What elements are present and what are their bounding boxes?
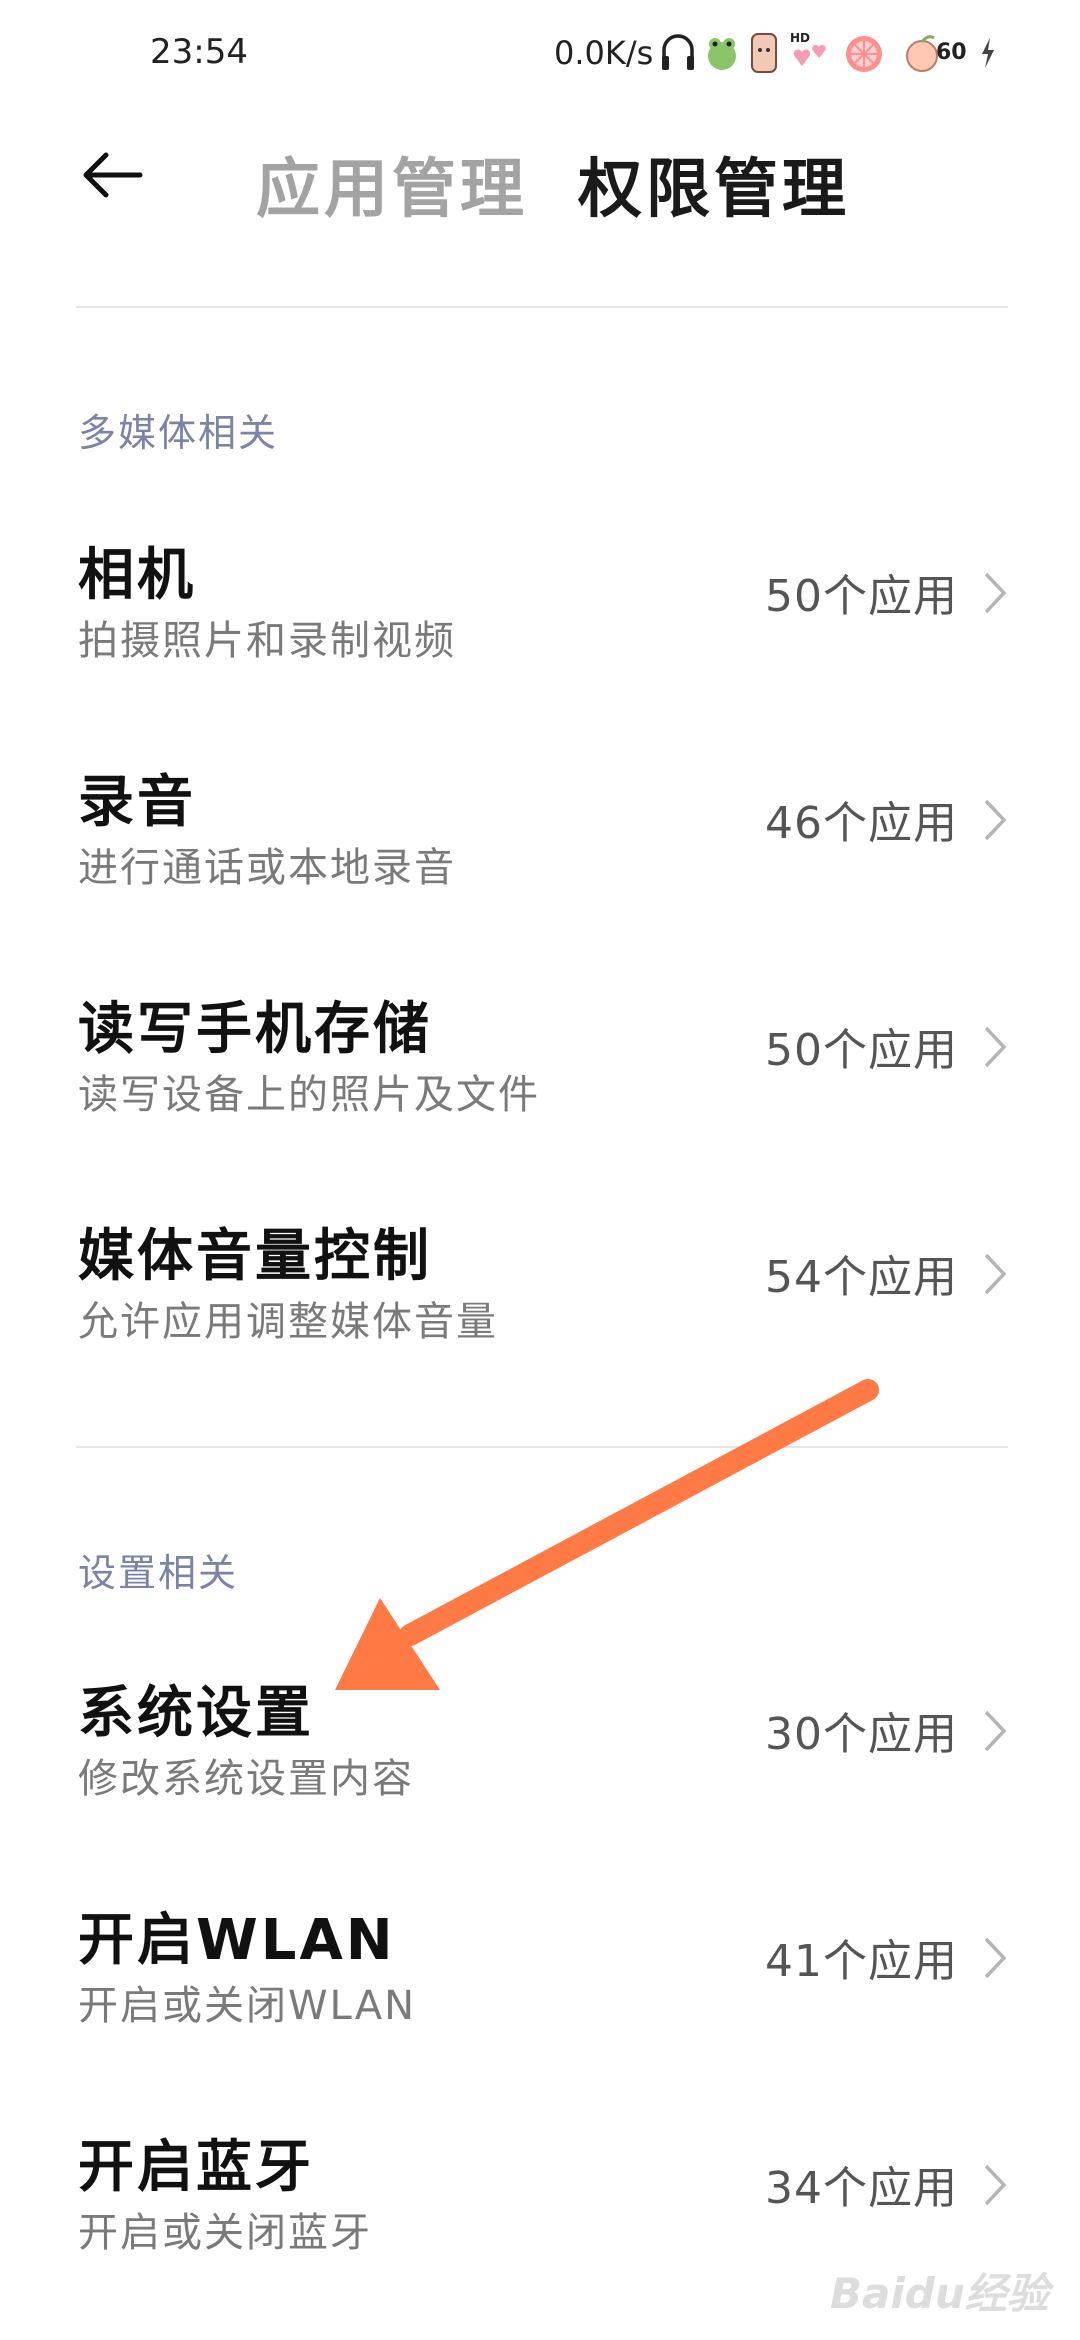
annotation-arrow	[335, 1379, 879, 1690]
baidu-watermark: Baidu经验	[830, 2269, 1049, 2318]
